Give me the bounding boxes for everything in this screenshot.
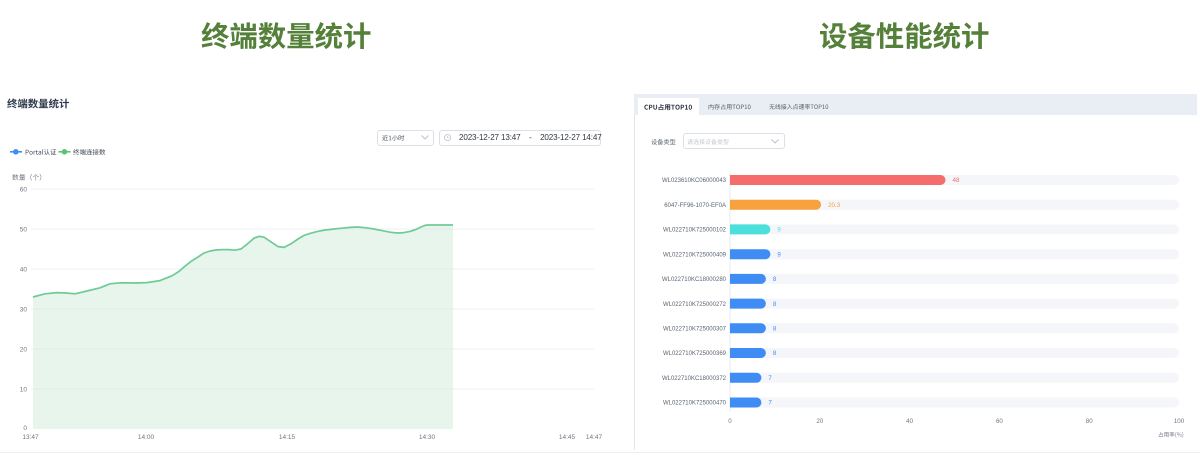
svg-text:9: 9 bbox=[777, 251, 781, 258]
svg-text:20: 20 bbox=[816, 418, 823, 425]
svg-text:9: 9 bbox=[777, 227, 781, 234]
svg-text:0: 0 bbox=[23, 425, 27, 432]
svg-text:20.3: 20.3 bbox=[828, 202, 841, 209]
svg-text:30: 30 bbox=[20, 306, 28, 313]
svg-text:WL023610KC06000043: WL023610KC06000043 bbox=[662, 178, 727, 184]
svg-text:8: 8 bbox=[773, 326, 777, 333]
svg-text:14:15: 14:15 bbox=[279, 434, 296, 441]
svg-text:WL022710K725000272: WL022710K725000272 bbox=[663, 302, 727, 308]
svg-text:8: 8 bbox=[773, 301, 777, 308]
svg-text:WL022710K725000102: WL022710K725000102 bbox=[663, 228, 727, 234]
svg-text:WL022710K725000307: WL022710K725000307 bbox=[663, 327, 727, 333]
svg-text:14:30: 14:30 bbox=[419, 434, 436, 441]
svg-text:6047-FF96-1070-EF0A: 6047-FF96-1070-EF0A bbox=[664, 203, 726, 209]
svg-text:60: 60 bbox=[20, 186, 28, 193]
svg-text:14:45: 14:45 bbox=[559, 434, 576, 441]
svg-text:WL022710K725000409: WL022710K725000409 bbox=[663, 252, 727, 258]
svg-text:40: 40 bbox=[20, 266, 28, 273]
svg-text:14:47: 14:47 bbox=[586, 434, 603, 441]
svg-text:13:47: 13:47 bbox=[22, 434, 39, 441]
svg-text:WL022710K725000369: WL022710K725000369 bbox=[663, 351, 727, 357]
svg-text:20: 20 bbox=[20, 346, 28, 353]
svg-text:14:00: 14:00 bbox=[138, 434, 155, 441]
svg-text:100: 100 bbox=[1174, 418, 1185, 425]
svg-text:40: 40 bbox=[906, 418, 913, 425]
svg-text:60: 60 bbox=[996, 418, 1003, 425]
svg-text:7: 7 bbox=[768, 400, 772, 407]
svg-text:WL022710KC18000280: WL022710KC18000280 bbox=[662, 277, 727, 283]
svg-text:50: 50 bbox=[20, 226, 28, 233]
svg-text:WL022710K725000470: WL022710K725000470 bbox=[663, 401, 727, 407]
svg-text:10: 10 bbox=[20, 386, 28, 393]
svg-text:7: 7 bbox=[768, 375, 772, 382]
svg-text:8: 8 bbox=[773, 276, 777, 283]
svg-text:80: 80 bbox=[1086, 418, 1093, 425]
svg-text:WL022710KC18000372: WL022710KC18000372 bbox=[662, 376, 727, 382]
svg-text:48: 48 bbox=[953, 177, 960, 184]
svg-text:0: 0 bbox=[728, 418, 732, 425]
svg-text:8: 8 bbox=[773, 350, 777, 357]
